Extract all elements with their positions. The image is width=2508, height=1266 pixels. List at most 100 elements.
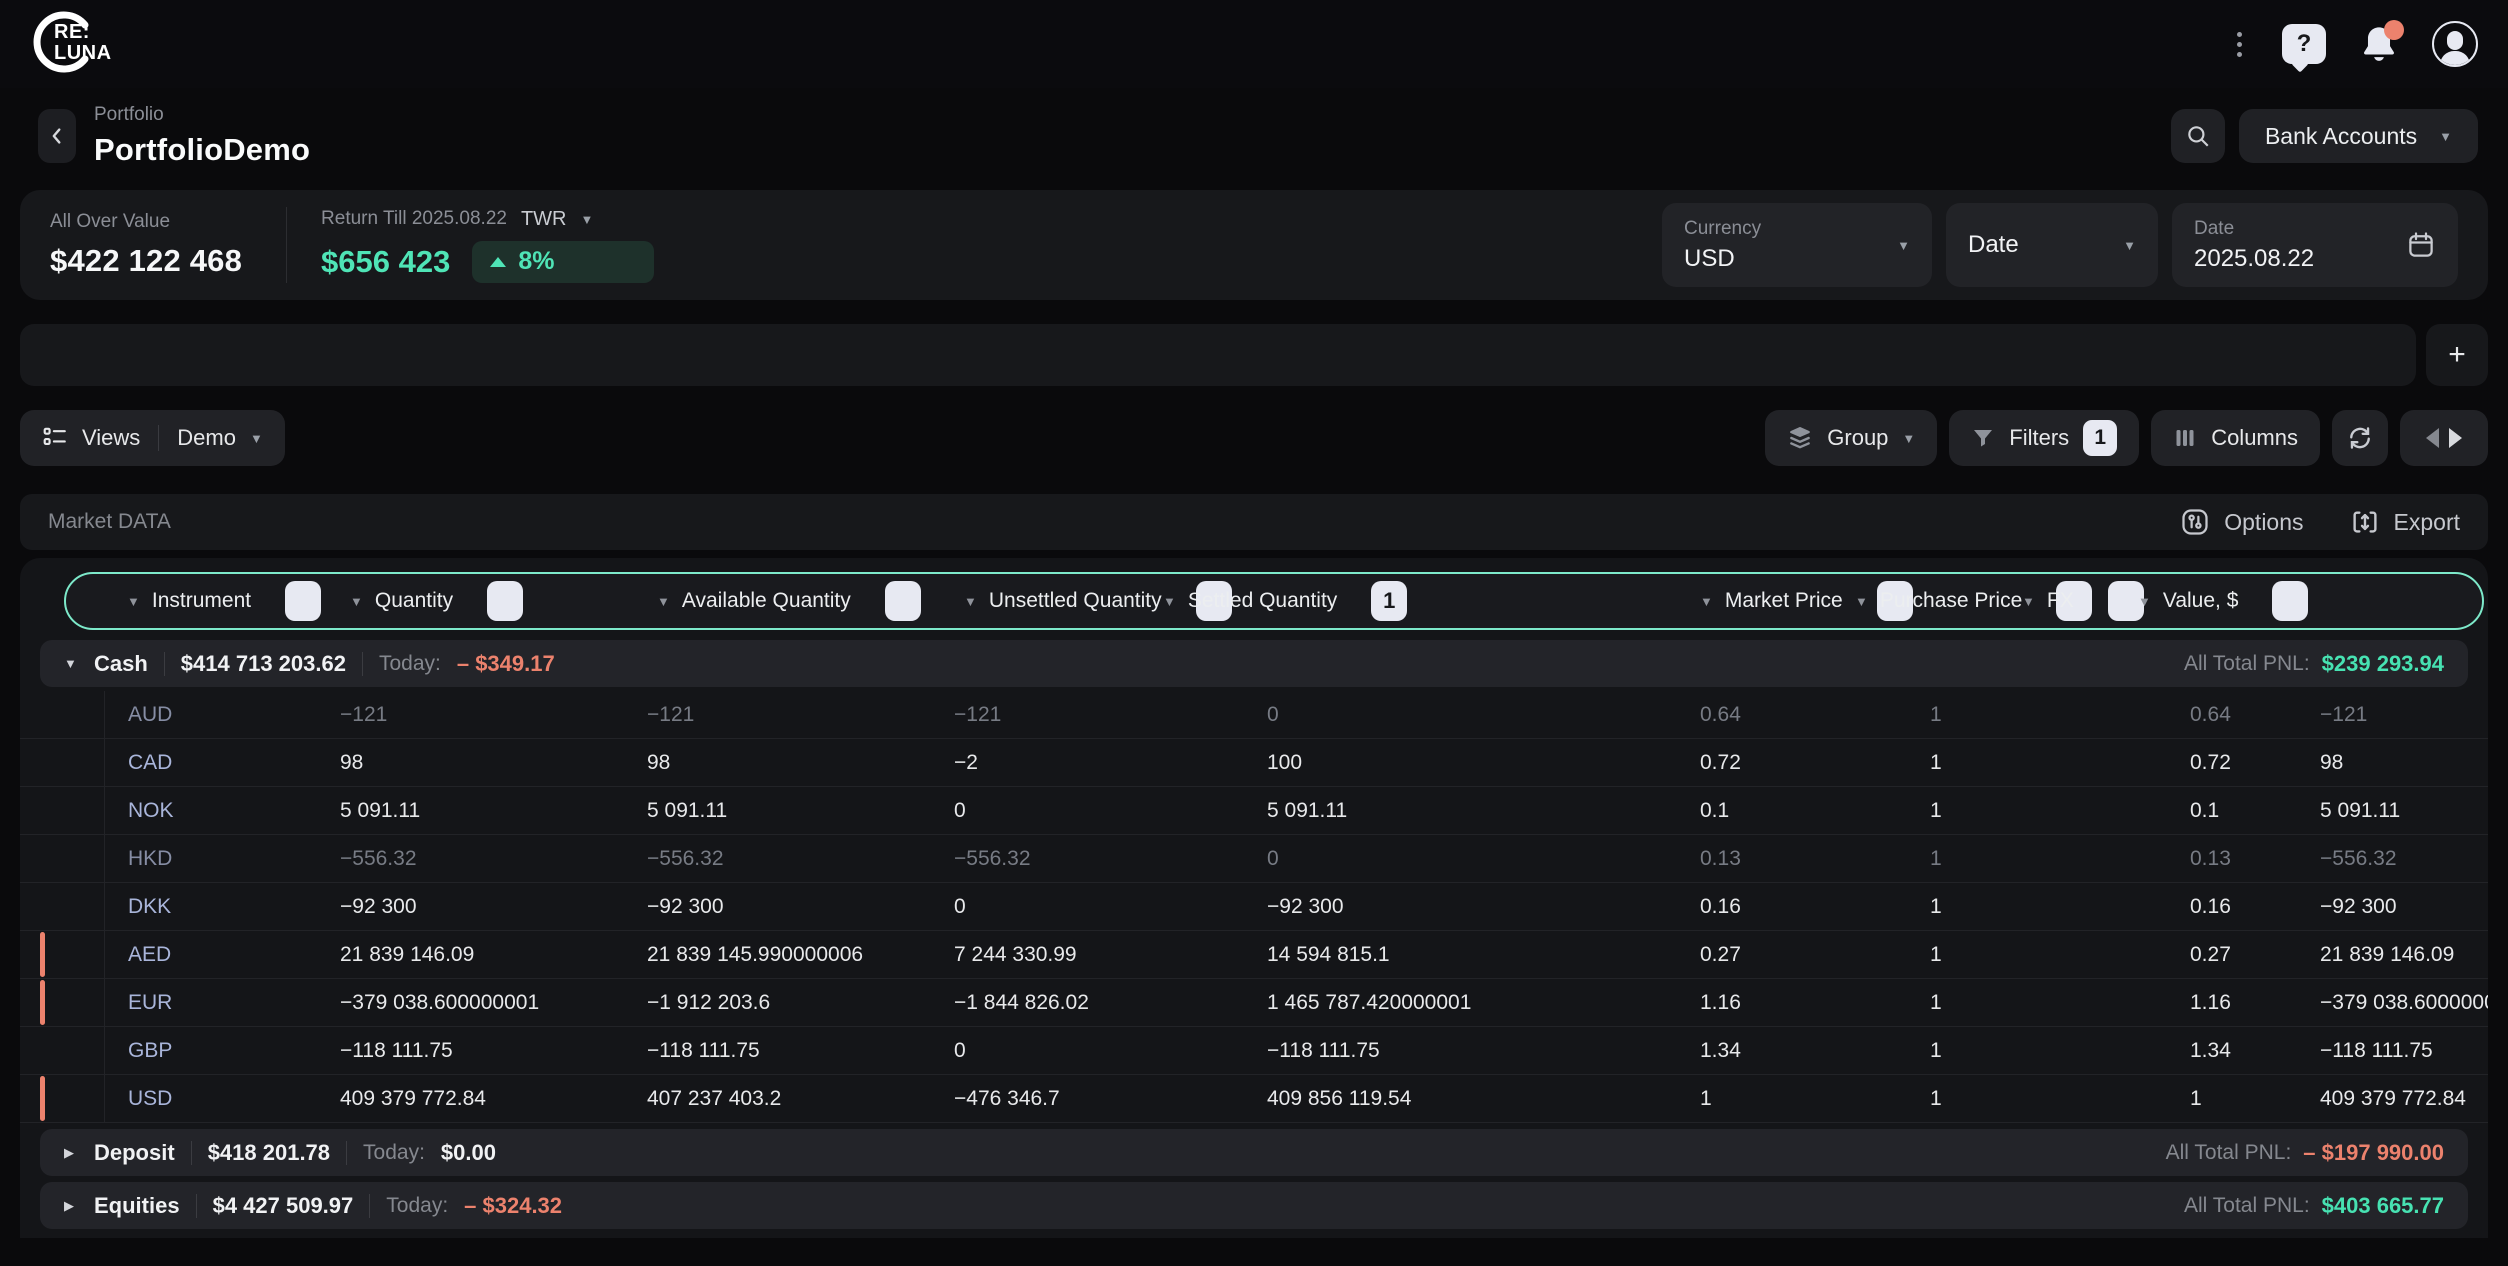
- table-row[interactable]: AUD −121 −121 −121 0 0.64 1 0.64 −121: [20, 691, 2488, 739]
- list-icon: [42, 425, 68, 451]
- columns-button[interactable]: Columns: [2151, 410, 2320, 466]
- return-mode-dropdown[interactable]: TWR: [521, 208, 567, 231]
- cell-settled-quantity: 14 594 815.1: [1141, 943, 1678, 967]
- all-total-pnl: $403 665.77: [2322, 1193, 2444, 1219]
- arrow-right-icon: [2449, 428, 2462, 448]
- brand-logo[interactable]: RE: LUNA: [30, 9, 140, 79]
- chevron-down-icon: ▼: [350, 594, 363, 609]
- cell-market-price: 0.13: [1678, 847, 1833, 871]
- cell-value: 21 839 146.09: [2116, 943, 2488, 967]
- chevron-down-icon: ▼: [964, 594, 977, 609]
- cell-instrument: EUR: [105, 991, 328, 1015]
- filters-count-badge: 1: [2083, 420, 2117, 456]
- column-header[interactable]: ▼ Market Price: [1680, 581, 1835, 621]
- date-mode-dropdown[interactable]: Date ▼: [1946, 203, 2158, 287]
- cell-market-price: 1.34: [1678, 1039, 1833, 1063]
- columns-icon: [2173, 426, 2197, 450]
- cell-quantity: −92 300: [328, 895, 635, 919]
- column-filter-badge: [885, 581, 921, 621]
- chevron-down-icon: ▼: [657, 594, 670, 609]
- bank-accounts-dropdown[interactable]: Bank Accounts ▼: [2239, 109, 2478, 163]
- table-row[interactable]: AED 21 839 146.09 21 839 145.990000006 7…: [20, 931, 2488, 979]
- table-row[interactable]: USD 409 379 772.84 407 237 403.2 −476 34…: [20, 1075, 2488, 1123]
- today-pnl: – $349.17: [457, 651, 555, 677]
- group-row-deposit[interactable]: ▶ Deposit $418 201.78 Today: $0.00 All T…: [40, 1129, 2468, 1176]
- cell-quantity: −556.32: [328, 847, 635, 871]
- group-row-equities[interactable]: ▶ Equities $4 427 509.97 Today: – $324.3…: [40, 1182, 2468, 1229]
- cell-value: 409 379 772.84: [2116, 1087, 2488, 1111]
- column-header[interactable]: ▼ FX: [2002, 581, 2118, 621]
- chevron-down-icon[interactable]: ▼: [581, 212, 594, 227]
- cell-unsettled-quantity: 0: [942, 895, 1141, 919]
- refresh-icon: [2346, 424, 2374, 452]
- column-filter-badge: 1: [1371, 581, 1407, 621]
- refresh-button[interactable]: [2332, 410, 2388, 466]
- cell-purchase-price: 1: [1833, 991, 2000, 1015]
- user-avatar[interactable]: [2432, 21, 2478, 67]
- search-button[interactable]: [2171, 109, 2225, 163]
- table-row[interactable]: EUR −379 038.600000001 −1 912 203.6 −1 8…: [20, 979, 2488, 1027]
- currency-dropdown[interactable]: Currency USD ▼: [1662, 203, 1932, 287]
- add-tab-button[interactable]: +: [2426, 324, 2488, 386]
- cell-market-price: 0.1: [1678, 799, 1833, 823]
- expand-icon: ▶: [64, 1145, 78, 1161]
- cell-unsettled-quantity: −121: [942, 703, 1141, 727]
- notifications-button[interactable]: [2358, 22, 2400, 66]
- date-picker[interactable]: Date 2025.08.22: [2172, 203, 2458, 287]
- more-menu-icon[interactable]: [2229, 28, 2250, 61]
- cell-available-quantity: −118 111.75: [635, 1039, 942, 1063]
- positions-table: ▼ Instrument ▼ Quantity ▼ Available Quan…: [20, 558, 2488, 1238]
- filters-button[interactable]: Filters 1: [1949, 410, 2139, 466]
- table-row[interactable]: NOK 5 091.11 5 091.11 0 5 091.11 0.1 1 0…: [20, 787, 2488, 835]
- all-over-value-label: All Over Value: [50, 211, 242, 233]
- scroll-columns-button[interactable]: [2400, 410, 2488, 466]
- cell-available-quantity: 407 237 403.2: [635, 1087, 942, 1111]
- all-over-value: $422 122 468: [50, 243, 242, 279]
- cell-settled-quantity: 100: [1141, 751, 1678, 775]
- arrow-up-icon: [490, 257, 506, 267]
- help-icon[interactable]: ?: [2282, 24, 2326, 64]
- column-header[interactable]: ▼ Available Quantity: [637, 581, 944, 621]
- column-header[interactable]: ▼ Value, $: [2118, 581, 2482, 621]
- all-total-pnl: $239 293.94: [2322, 651, 2444, 677]
- search-icon: [2185, 123, 2211, 149]
- column-header[interactable]: ▼ Unsettled Quantity: [944, 581, 1143, 621]
- chevron-down-icon: ▼: [1902, 431, 1915, 446]
- filter-icon: [1971, 426, 1995, 450]
- chevron-down-icon: ▼: [2022, 594, 2035, 609]
- column-filter-badge: [2272, 581, 2308, 621]
- column-header[interactable]: ▼ Purchase Price: [1835, 581, 2002, 621]
- table-row[interactable]: DKK −92 300 −92 300 0 −92 300 0.16 1 0.1…: [20, 883, 2488, 931]
- table-row[interactable]: HKD −556.32 −556.32 −556.32 0 0.13 1 0.1…: [20, 835, 2488, 883]
- portfolio-tabs: [20, 324, 2416, 386]
- group-dropdown[interactable]: Group ▼: [1765, 410, 1937, 466]
- table-row[interactable]: CAD 98 98 −2 100 0.72 1 0.72 98: [20, 739, 2488, 787]
- cell-instrument: USD: [105, 1087, 328, 1111]
- back-button[interactable]: [38, 109, 76, 163]
- chevron-down-icon: ▼: [127, 594, 140, 609]
- top-navbar: RE: LUNA ?: [0, 0, 2508, 88]
- options-button[interactable]: Options: [2180, 507, 2303, 537]
- cell-quantity: 98: [328, 751, 635, 775]
- group-row-cash[interactable]: ▼ Cash $414 713 203.62 Today: – $349.17 …: [40, 640, 2468, 687]
- cell-purchase-price: 1: [1833, 799, 2000, 823]
- cell-market-price: 1.16: [1678, 991, 1833, 1015]
- views-value: Demo: [177, 425, 236, 451]
- calendar-icon: [2406, 230, 2436, 260]
- options-icon: [2180, 507, 2210, 537]
- views-dropdown[interactable]: Views Demo ▼: [20, 410, 285, 466]
- chevron-down-icon: ▼: [2439, 129, 2452, 144]
- cell-purchase-price: 1: [1833, 943, 2000, 967]
- column-header[interactable]: ▼ Instrument: [107, 581, 330, 621]
- table-row[interactable]: GBP −118 111.75 −118 111.75 0 −118 111.7…: [20, 1027, 2488, 1075]
- column-header[interactable]: ▼ Quantity: [330, 581, 637, 621]
- cell-value: 98: [2116, 751, 2488, 775]
- notification-dot: [2384, 20, 2404, 40]
- column-header[interactable]: ▼ Settled Quantity 1: [1143, 581, 1680, 621]
- cell-market-price: 1: [1678, 1087, 1833, 1111]
- chevron-down-icon: ▼: [2138, 594, 2151, 609]
- export-button[interactable]: Export: [2350, 507, 2460, 537]
- chevron-down-icon: ▼: [1897, 238, 1910, 253]
- brand-line2: LUNA: [54, 43, 112, 64]
- page-title: PortfolioDemo: [94, 132, 310, 168]
